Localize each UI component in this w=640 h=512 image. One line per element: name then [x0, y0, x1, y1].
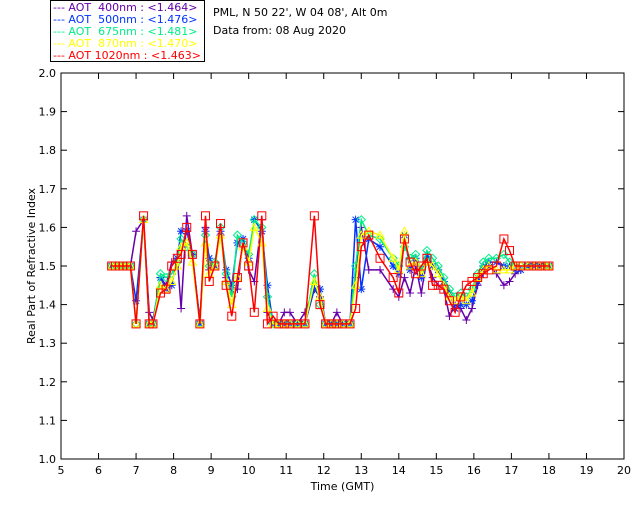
y-axis-label: Real Part of Refractive Index — [25, 187, 38, 344]
x-tick-label: 17 — [504, 464, 518, 477]
plus-marker — [467, 304, 476, 313]
x-tick-label: 8 — [170, 464, 177, 477]
y-tick-label: 1.4 — [39, 299, 57, 312]
x-tick-label: 10 — [242, 464, 256, 477]
plus-marker — [182, 211, 191, 220]
x-tick-label: 16 — [467, 464, 481, 477]
plus-marker — [406, 289, 415, 298]
date-annotation: Data from: 08 Aug 2020 — [213, 24, 347, 37]
plus-marker — [364, 265, 373, 274]
chart-figure: 5 6 7 8 9 10 11 12 13 14 15 16 17 18 19 20 1.0 1.1 1.2 1.3 1… — [0, 0, 640, 512]
y-tick-label: 1.8 — [39, 144, 57, 157]
y-tick-label: 1.6 — [39, 221, 57, 234]
x-tick-label: 7 — [133, 464, 140, 477]
plot-svg: 5 6 7 8 9 10 11 12 13 14 15 16 17 18 19 20 1.0 1.1 1.2 1.3 1… — [25, 67, 631, 493]
y-tick-label: 1.3 — [39, 337, 57, 350]
plus-marker — [417, 289, 426, 298]
y-tick-label: 1.9 — [39, 106, 57, 119]
legend-entry-1020nm: --- AOT 1020nm : <1.463> — [53, 49, 201, 62]
x-tick-label: 6 — [95, 464, 102, 477]
plus-marker — [462, 316, 471, 325]
y-tick-label: 2.0 — [39, 67, 57, 80]
y-tick-label: 1.2 — [39, 376, 57, 389]
plus-marker — [400, 273, 409, 282]
series-aot-1020nm — [107, 211, 554, 329]
x-tick-label: 15 — [429, 464, 443, 477]
x-tick-label: 5 — [58, 464, 65, 477]
plus-marker — [285, 308, 294, 317]
x-tick-label: 18 — [542, 464, 556, 477]
y-tick-label: 1.0 — [39, 453, 57, 466]
x-tick-label: 14 — [392, 464, 406, 477]
plus-marker — [132, 227, 141, 236]
x-tick-label: 13 — [354, 464, 368, 477]
x-tick-label: 12 — [317, 464, 331, 477]
plus-marker — [332, 308, 341, 317]
x-axis-label: Time (GMT) — [310, 480, 375, 493]
asterisk-marker — [351, 215, 360, 224]
x-tick-label: 20 — [617, 464, 631, 477]
y-tick-label: 1.1 — [39, 414, 57, 427]
x-tick-label: 19 — [579, 464, 593, 477]
site-annotation: PML, N 50 22', W 04 08', Alt 0m — [213, 6, 388, 19]
x-tick-label: 9 — [208, 464, 215, 477]
y-tick-label: 1.5 — [39, 260, 57, 273]
plus-marker — [177, 304, 186, 313]
x-tick-label: 11 — [279, 464, 293, 477]
legend: --- AOT 400nm : <1.464> --- AOT 500nm : … — [50, 0, 205, 62]
y-tick-label: 1.7 — [39, 183, 57, 196]
